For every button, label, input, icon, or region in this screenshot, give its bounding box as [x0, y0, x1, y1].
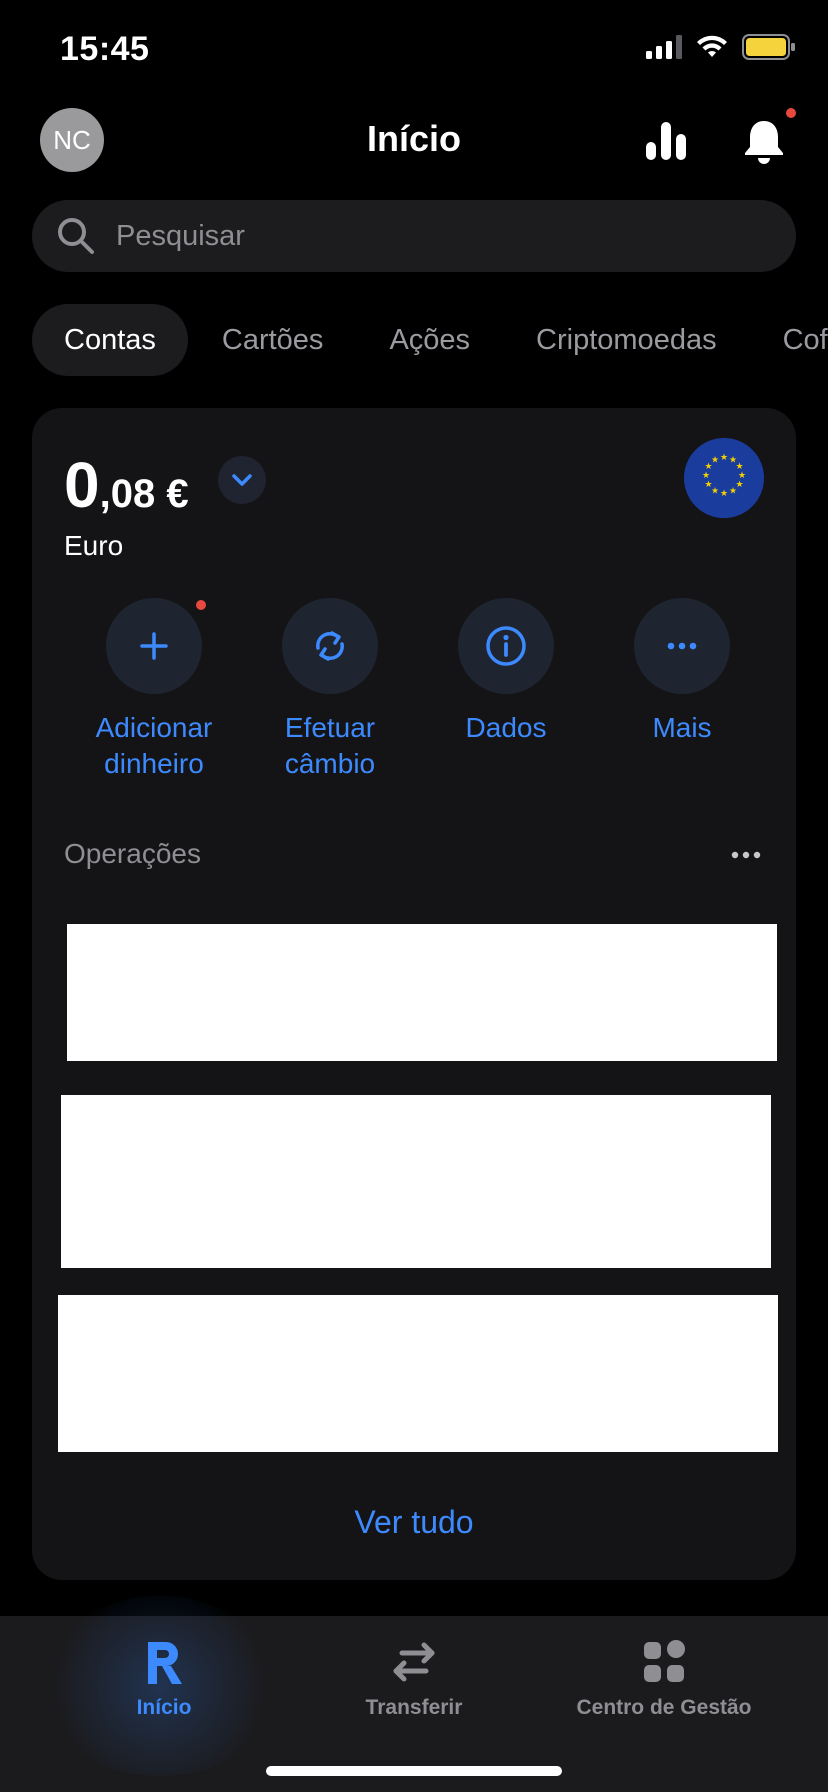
analytics-icon[interactable] [644, 118, 688, 162]
tab-acoes[interactable]: Ações [357, 304, 502, 376]
exchange-label: Efetuar câmbio [285, 710, 375, 782]
balance-decimal: ,08 € [99, 472, 189, 516]
transaction-item-redacted[interactable] [67, 924, 777, 1061]
add-money-label: Adicionar dinheiro [96, 710, 213, 782]
add-money-label-line1: Adicionar [95, 712, 213, 743]
action-badge [196, 600, 206, 610]
svg-text:★: ★ [729, 487, 737, 497]
signal-icon [646, 35, 682, 59]
svg-text:★: ★ [720, 489, 728, 499]
balance-amount[interactable]: 0,08 € [64, 448, 189, 522]
search-icon [58, 218, 94, 254]
tabbar-item-transferir[interactable]: Transferir [276, 1636, 552, 1720]
add-money-action[interactable]: Adicionar dinheiro [66, 598, 242, 782]
wifi-icon [697, 35, 727, 57]
battery-icon [742, 34, 795, 60]
status-icons [646, 34, 796, 60]
transaction-item-redacted[interactable] [61, 1095, 771, 1268]
tab-criptomoedas[interactable]: Criptomoedas [504, 304, 749, 376]
status-bar: 15:45 [0, 0, 828, 100]
more-label: Mais [652, 710, 711, 746]
add-money-button[interactable] [106, 598, 206, 694]
details-button[interactable] [458, 598, 554, 694]
page-title: Início [366, 118, 461, 159]
more-label-line1: Mais [652, 712, 712, 743]
details-label-line1: Dados [465, 712, 547, 743]
exchange-button[interactable] [282, 598, 378, 694]
tabbar-item-centro-de-gestao[interactable]: Centro de Gestão [526, 1636, 802, 1720]
search-bar[interactable] [32, 200, 796, 272]
revolut-r-icon [148, 1642, 182, 1684]
tab-contas[interactable]: Contas [32, 304, 188, 376]
operations-more-icon[interactable] [726, 840, 766, 870]
info-icon [486, 626, 526, 666]
more-button[interactable] [634, 598, 730, 694]
exchange-action[interactable]: Efetuar câmbio [242, 598, 418, 782]
exchange-label-line2: câmbio [284, 748, 376, 779]
tabbar-label-centro-de-gestao: Centro de Gestão [576, 1696, 752, 1719]
transfer-arrows-icon [393, 1642, 435, 1682]
tabbar-label-inicio: Início [136, 1696, 192, 1719]
add-money-label-line2: dinheiro [104, 748, 204, 779]
tab-cartoes[interactable]: Cartões [190, 304, 356, 376]
status-time: 15:45 [60, 30, 150, 68]
account-card: 0,08 € Euro ★ ★ ★ ★ ★ ★ ★ ★ ★ ★ ★ ★ Adic… [32, 408, 796, 1580]
view-all-link[interactable]: Ver tudo [32, 1504, 796, 1541]
more-action[interactable]: Mais [594, 598, 770, 782]
exchange-label-line1: Efetuar [284, 712, 376, 743]
home-indicator[interactable] [266, 1766, 562, 1776]
details-label: Dados [466, 710, 547, 746]
operations-title: Operações [64, 838, 201, 869]
exchange-icon [316, 631, 344, 661]
bell-icon [745, 121, 783, 164]
eu-flag-icon: ★ ★ ★ ★ ★ ★ ★ ★ ★ ★ ★ ★ [684, 438, 764, 518]
account-switch-button[interactable] [218, 456, 266, 504]
tab-cofres[interactable]: Cofres [751, 304, 828, 376]
chevron-down-icon [232, 474, 252, 486]
search-input[interactable] [114, 218, 758, 254]
currency-name: Euro [64, 530, 124, 561]
notification-badge [786, 108, 796, 118]
transaction-item-redacted[interactable] [58, 1295, 778, 1452]
header: NC Início [0, 104, 828, 174]
quick-actions: Adicionar dinheiro Efetuar câmbio Dados … [66, 598, 770, 782]
svg-text:★: ★ [711, 456, 719, 466]
ellipsis-icon [667, 642, 697, 650]
tabbar-item-inicio[interactable]: Início [26, 1636, 302, 1720]
balance-integer: 0 [64, 449, 100, 521]
tabbar-label-transferir: Transferir [365, 1696, 463, 1719]
plus-icon [140, 632, 168, 660]
details-action[interactable]: Dados [418, 598, 594, 782]
svg-text:★: ★ [704, 480, 712, 490]
section-tabs: ContasCartõesAçõesCriptomoedasCofres [32, 304, 828, 376]
svg-text:★: ★ [720, 453, 728, 463]
hub-grid-icon [644, 1640, 685, 1682]
svg-text:★: ★ [702, 471, 710, 481]
notifications-button[interactable] [740, 108, 796, 166]
